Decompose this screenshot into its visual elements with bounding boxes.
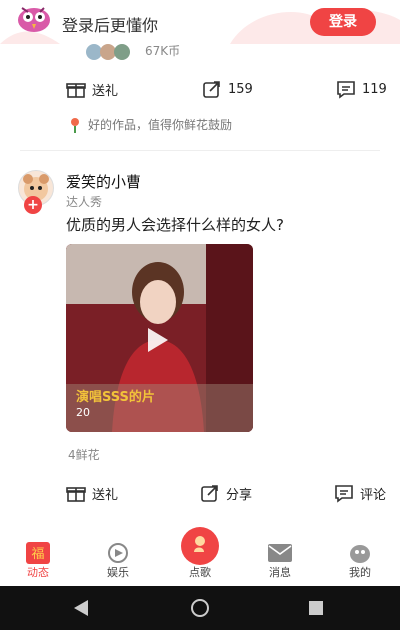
tab-song-request[interactable]: 点歌 [170, 527, 230, 586]
share-icon [203, 81, 220, 98]
back-icon[interactable] [72, 600, 90, 616]
mail-icon [268, 544, 292, 562]
play-icon[interactable] [138, 322, 174, 358]
prev-comment-button[interactable]: 119 [336, 79, 387, 99]
prev-share-button[interactable]: 159 [202, 79, 253, 99]
song-request-icon [181, 527, 219, 565]
flower-icon [71, 117, 79, 133]
tab-messages[interactable]: 消息 [250, 528, 310, 586]
system-nav-bar [0, 586, 400, 630]
flower-text: 好的作品，值得你鲜花鼓励 [88, 118, 233, 132]
prev-comment-count: 119 [362, 81, 387, 97]
tab-me-label: 我的 [349, 566, 371, 579]
login-button[interactable]: 登录 [310, 8, 376, 36]
home-icon[interactable] [190, 598, 210, 618]
comment-button[interactable]: 评论 [334, 483, 386, 503]
entertainment-icon [108, 543, 128, 563]
gift-label: 送礼 [92, 487, 119, 503]
tab-song-request-label: 点歌 [189, 566, 211, 579]
recents-icon[interactable] [308, 600, 324, 616]
gift-avatars-icon [86, 44, 130, 60]
tab-feed[interactable]: 福 动态 [8, 528, 68, 586]
share-button[interactable]: 分享 [200, 483, 252, 503]
share-label: 分享 [226, 487, 253, 503]
post-text: 优质的男人会选择什么样的女人? [66, 216, 284, 234]
tab-messages-label: 消息 [269, 566, 291, 579]
svg-text:福: 福 [31, 547, 44, 562]
flower-encourage[interactable]: 好的作品，值得你鲜花鼓励 [68, 116, 232, 133]
post-actions: 送礼 分享 评论 [0, 478, 400, 508]
profile-bird-icon [350, 545, 370, 563]
prev-post-actions: 送礼 159 119 [0, 74, 400, 104]
header-title: 登录后更懂你 [62, 16, 159, 35]
post-tag[interactable]: 达人秀 [66, 193, 102, 210]
gift-button[interactable]: 送礼 [66, 483, 118, 503]
tab-feed-label: 动态 [27, 566, 49, 579]
bottom-tab-bar: 福 动态 娱乐 点歌 消息 我的 [0, 527, 400, 586]
share-icon [201, 485, 218, 502]
divider [20, 150, 380, 151]
coins-count: 67K币 [145, 44, 181, 58]
mascot-bird-icon [18, 7, 50, 32]
prev-gift-label: 送礼 [92, 83, 119, 99]
tab-entertainment-label: 娱乐 [107, 566, 129, 579]
top-header: 登录后更懂你 登录 [0, 0, 400, 44]
fu-icon: 福 [26, 542, 50, 564]
follow-plus-button[interactable]: + [24, 196, 42, 214]
tab-me[interactable]: 我的 [330, 528, 390, 586]
author-name[interactable]: 爱笑的小曹 [66, 171, 141, 192]
prev-share-count: 159 [228, 81, 253, 97]
comment-label: 评论 [360, 487, 387, 503]
tab-entertainment[interactable]: 娱乐 [88, 528, 148, 586]
gift-icon [66, 83, 86, 98]
gift-icon [66, 487, 86, 502]
video-thumbnail[interactable]: 演唱SSS的片 20 [66, 244, 253, 432]
video-title: 演唱SSS的片 [76, 390, 155, 405]
prev-gift-button[interactable]: 送礼 [66, 79, 118, 99]
flower-count: 4鲜花 [68, 448, 100, 462]
comment-icon [337, 81, 355, 99]
comment-icon [335, 485, 353, 503]
video-views: 20 [76, 406, 90, 419]
